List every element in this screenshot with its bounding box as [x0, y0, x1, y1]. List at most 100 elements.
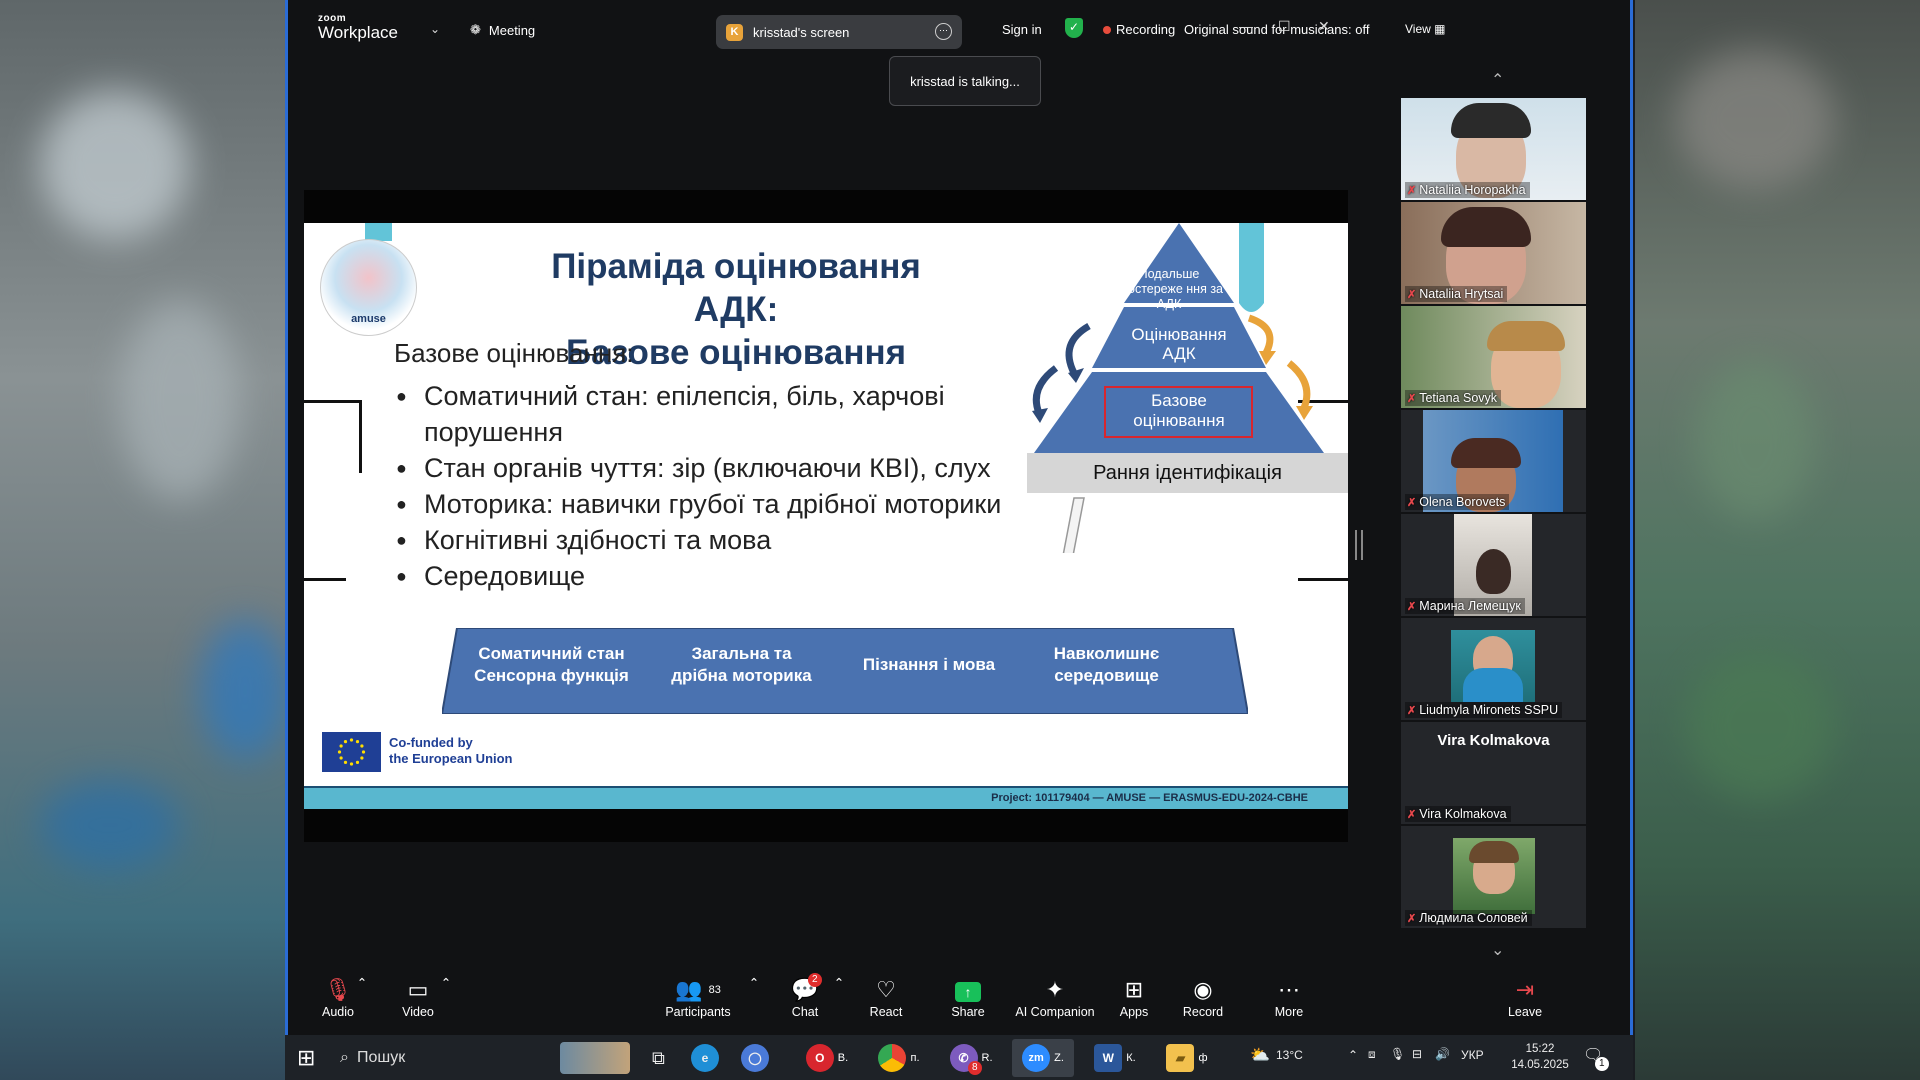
- participant-tile[interactable]: ✗ Nataliia Hrytsai: [1401, 202, 1586, 304]
- tray-app-icon[interactable]: ⧈: [1368, 1047, 1376, 1062]
- bullet-item: Моторика: навички грубої та дрібної мото…: [396, 486, 1046, 522]
- eu-cofunded-text: Co-funded by the European Union: [389, 735, 513, 766]
- heart-icon: ♡: [876, 977, 896, 1002]
- mic-muted-icon: ✗: [1407, 288, 1417, 301]
- participant-tile[interactable]: ✗ Nataliia Horopakha: [1401, 98, 1586, 200]
- original-sound-toggle[interactable]: Original sound for musicians: off: [1184, 22, 1369, 37]
- participant-tile[interactable]: ✗ Tetiana Sovyk: [1401, 306, 1586, 408]
- leave-button[interactable]: ⇥ Leave: [1485, 975, 1565, 1019]
- apps-grid-icon: ⊞: [1124, 977, 1144, 1002]
- background-left: [0, 0, 285, 1080]
- share-button[interactable]: ↑ Share: [928, 975, 1008, 1019]
- meeting-menu[interactable]: ❁ Meeting: [470, 22, 535, 38]
- project-footer: Project: 101179404 — AMUSE — ERASMUS-EDU…: [991, 792, 1308, 804]
- react-button[interactable]: ♡ React: [846, 975, 926, 1019]
- slide-bullets: Соматичний стан: епілепсія, біль, харчов…: [396, 378, 1046, 594]
- more-button[interactable]: ⋯ More: [1249, 975, 1329, 1019]
- windows-start-icon[interactable]: ⊞: [297, 1042, 315, 1074]
- sparkle-icon: ✦: [1045, 977, 1065, 1002]
- zoom-icon: zm: [1022, 1044, 1051, 1072]
- participant-tile[interactable]: ✗ Liudmyla Mironets SSPU: [1401, 618, 1586, 720]
- zoom-window: zoom Workplace ⌄ ❁ Meeting K krisstad's …: [285, 0, 1633, 1035]
- audio-options-caret-icon[interactable]: ⌃: [352, 975, 372, 990]
- taskbar-app[interactable]: п.: [868, 1039, 930, 1077]
- bullet-item: Середовище: [396, 558, 1046, 594]
- panel-resize-handle[interactable]: [1355, 530, 1363, 560]
- opera-icon: O: [805, 1044, 834, 1072]
- clock[interactable]: 15:22 14.05.2025: [1505, 1041, 1575, 1073]
- talking-tooltip: krisstad is talking...: [889, 56, 1041, 106]
- microphone-icon[interactable]: 🎙: [1390, 1047, 1405, 1061]
- domain-label: Соматичний стан Сенсорна функція: [474, 644, 629, 685]
- word-icon: W: [1094, 1044, 1123, 1072]
- minimize-icon[interactable]: —: [1239, 18, 1253, 34]
- taskbar-app[interactable]: ▰ ф: [1156, 1039, 1218, 1077]
- participant-tile[interactable]: Vira Kolmakova ✗ Vira Kolmakova: [1401, 722, 1586, 824]
- more-icon: ⋯: [1278, 977, 1300, 1002]
- leave-door-icon: ⇥: [1515, 977, 1535, 1002]
- mic-muted-icon: ✗: [1407, 600, 1417, 613]
- view-button[interactable]: View ▦: [1405, 22, 1445, 36]
- chrome-icon: [878, 1044, 907, 1072]
- participant-count: 83: [708, 984, 721, 996]
- scroll-up-chevron-icon[interactable]: ⌃: [1491, 70, 1504, 90]
- participants-options-caret-icon[interactable]: ⌃: [744, 975, 764, 990]
- background-right: [1635, 0, 1920, 1080]
- volume-icon[interactable]: 🔊: [1435, 1047, 1450, 1061]
- cycle-arrow-icon: [1065, 322, 1091, 375]
- taskbar-app[interactable]: O В.: [796, 1039, 858, 1077]
- app-menu-chevron-icon[interactable]: ⌄: [430, 22, 440, 36]
- sign-in-link[interactable]: Sign in: [1002, 22, 1042, 37]
- pyramid-middle: Оцінювання АДК: [1131, 325, 1227, 363]
- viber-badge: 8: [968, 1061, 982, 1075]
- maximize-icon[interactable]: ☐: [1278, 18, 1291, 35]
- video-options-caret-icon[interactable]: ⌃: [436, 975, 456, 990]
- recording-indicator[interactable]: Recording: [1103, 22, 1175, 37]
- more-options-icon[interactable]: ⋯: [935, 23, 952, 40]
- weather-temp[interactable]: 13°C: [1276, 1048, 1303, 1062]
- edge-icon[interactable]: e: [691, 1042, 719, 1074]
- down-arrow-icon: [1062, 497, 1085, 553]
- participant-name-title: Vira Kolmakova: [1437, 732, 1550, 749]
- record-icon: ◉: [1193, 977, 1213, 1002]
- language-indicator[interactable]: УКР: [1461, 1048, 1484, 1062]
- search-icon: ⌕: [340, 1049, 349, 1066]
- chat-badge: 2: [808, 973, 822, 987]
- participant-tile[interactable]: ✗ Марина Лемещук: [1401, 514, 1586, 616]
- apps-button[interactable]: ⊞ Apps: [1094, 975, 1174, 1019]
- presentation-slide: amuse Піраміда оцінювання АДК: Базове оц…: [304, 223, 1348, 809]
- eu-flag-icon: [322, 732, 381, 772]
- notification-count: 1: [1595, 1057, 1609, 1071]
- domain-label: Пізнання і мова: [862, 655, 996, 674]
- security-shield-icon[interactable]: ✓: [1065, 18, 1083, 38]
- bullet-item: Соматичний стан: епілепсія, біль, харчов…: [396, 378, 1046, 450]
- weather-icon[interactable]: ⛅: [1250, 1045, 1270, 1065]
- participants-icon: 👥: [675, 977, 703, 1002]
- task-view-icon[interactable]: ⧉: [652, 1042, 665, 1074]
- amuse-logo: amuse: [320, 239, 417, 336]
- close-icon[interactable]: ✕: [1318, 18, 1330, 35]
- ai-companion-button[interactable]: ✦ AI Companion: [1005, 975, 1105, 1019]
- grid-icon: ▦: [1434, 22, 1446, 36]
- mic-muted-icon: ✗: [1407, 704, 1417, 717]
- zoom-logo: zoom Workplace: [318, 13, 398, 42]
- scroll-down-chevron-icon[interactable]: ⌄: [1491, 940, 1504, 960]
- share-screen-icon: ↑: [955, 982, 981, 1002]
- bullet-item: Когнітивні здібності та мова: [396, 522, 1046, 558]
- network-icon[interactable]: ⊟: [1412, 1047, 1422, 1061]
- mic-muted-icon: ✗: [1407, 184, 1417, 197]
- windows-taskbar: ⊞ ⌕ Пошук ⧉ e ◯ O В. п. ✆ 8 R. zm Z. W К…: [285, 1035, 1633, 1080]
- taskbar-app[interactable]: ✆ 8 R.: [940, 1039, 1002, 1077]
- sharer-initial: K: [726, 23, 743, 41]
- participants-button[interactable]: 👥 83 Participants: [648, 975, 748, 1019]
- taskbar-app[interactable]: W К.: [1084, 1039, 1146, 1077]
- participant-tile[interactable]: ✗ Людмила Соловей: [1401, 826, 1586, 928]
- record-button[interactable]: ◉ Record: [1163, 975, 1243, 1019]
- participant-tile[interactable]: ✗ Olena Borovets: [1401, 410, 1586, 512]
- taskbar-app[interactable]: zm Z.: [1012, 1039, 1074, 1077]
- chromium-icon[interactable]: ◯: [741, 1042, 769, 1074]
- mic-muted-icon: ✗: [1407, 392, 1417, 405]
- domain-label: Навколишнє середовище: [1053, 644, 1160, 685]
- tray-expand-chevron-icon[interactable]: ⌃: [1348, 1048, 1358, 1062]
- shared-screen-pill[interactable]: K krisstad's screen ⋯: [716, 15, 962, 49]
